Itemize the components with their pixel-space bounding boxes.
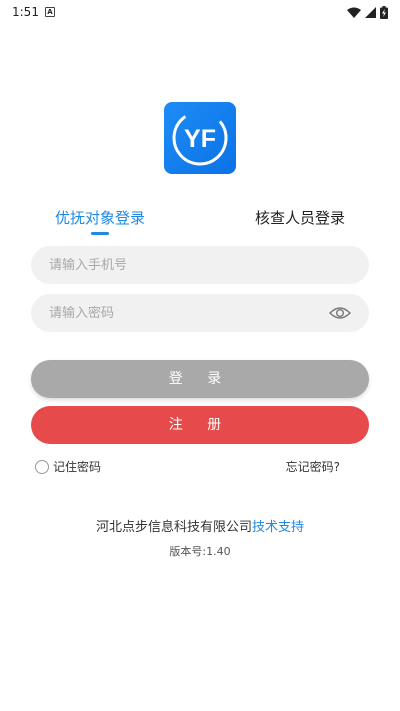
login-screen: 1:51 A YF 优抚对象登录 核查人员登录 请输入手机号 登 录 注 册 记… [0, 0, 400, 711]
remember-radio[interactable] [35, 459, 49, 474]
company-credit: 河北点步信息科技有限公司技术支持 [0, 516, 400, 535]
status-bar: 1:51 A [0, 0, 400, 24]
password-input[interactable] [49, 305, 351, 321]
wifi-icon [347, 7, 361, 18]
status-right [347, 5, 388, 19]
login-button[interactable]: 登 录 [31, 360, 369, 398]
remember-label: 记住密码 [53, 460, 102, 474]
login-tabs: 优抚对象登录 核查人员登录 [0, 206, 400, 238]
remember-password[interactable]: 记住密码 [35, 458, 101, 475]
forgot-password-link[interactable]: 忘记密码? [286, 458, 340, 475]
battery-charging-icon [380, 5, 388, 19]
eye-icon[interactable] [329, 303, 351, 323]
version-label: 版本号:1.40 [169, 545, 231, 558]
phone-field [31, 246, 369, 284]
signal-icon [365, 6, 376, 18]
app-logo: YF [164, 102, 236, 174]
status-left: 1:51 A [12, 5, 55, 19]
logo-ring-icon: YF [172, 110, 228, 166]
tab-inspector-login[interactable]: 核查人员登录 [230, 206, 370, 234]
tab-active-indicator [91, 232, 109, 235]
tab-beneficiary-login[interactable]: 优抚对象登录 [30, 206, 170, 234]
company-name: 河北点步信息科技有限公司 [95, 520, 252, 535]
logo-text: YF [184, 125, 216, 153]
tech-support-link[interactable]: 技术支持 [252, 520, 304, 535]
password-field [31, 294, 369, 332]
status-time: 1:51 [12, 5, 39, 19]
notification-a-icon: A [44, 7, 55, 17]
register-button[interactable]: 注 册 [31, 406, 369, 444]
phone-input[interactable] [49, 257, 351, 273]
